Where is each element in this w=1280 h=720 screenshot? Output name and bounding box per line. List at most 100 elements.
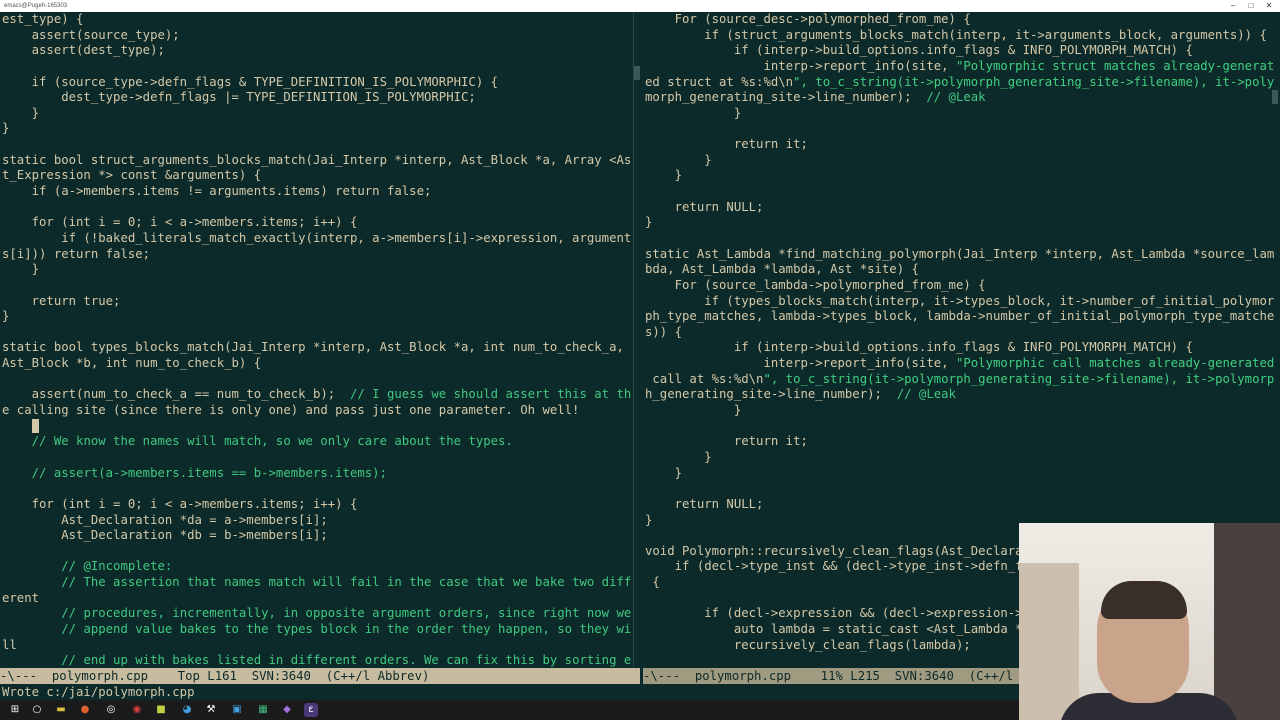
code-line[interactable] xyxy=(2,450,633,466)
code-line[interactable]: if (struct_arguments_blocks_match(interp… xyxy=(645,28,1280,44)
code-line[interactable]: return true; xyxy=(2,294,633,310)
code-line[interactable] xyxy=(2,325,633,341)
code-line[interactable]: e calling site (since there is only one)… xyxy=(2,403,633,419)
window-title: emacs@Pugeh-165303 xyxy=(4,3,68,9)
explorer-icon[interactable]: ▬ xyxy=(54,703,68,717)
app-icon[interactable]: ■ xyxy=(154,703,168,717)
code-line[interactable]: return it; xyxy=(645,434,1280,450)
emacs-icon[interactable]: ε xyxy=(304,703,318,717)
window-titlebar: emacs@Pugeh-165303 – □ ✕ xyxy=(0,0,1280,12)
code-line[interactable] xyxy=(2,59,633,75)
visualstudio-icon[interactable]: ◆ xyxy=(280,703,294,717)
code-line[interactable]: s[i])) return false; xyxy=(2,247,633,263)
code-line[interactable]: For (source_lambda->polymorphed_from_me)… xyxy=(645,278,1280,294)
code-line[interactable]: } xyxy=(645,106,1280,122)
code-line[interactable]: } xyxy=(2,106,633,122)
code-line[interactable] xyxy=(645,231,1280,247)
code-line[interactable]: // We know the names will match, so we o… xyxy=(2,434,633,450)
code-line[interactable] xyxy=(2,419,633,435)
code-line[interactable]: for (int i = 0; i < a->members.items; i+… xyxy=(2,497,633,513)
code-line[interactable]: assert(num_to_check_a == num_to_check_b)… xyxy=(2,387,633,403)
chrome-icon[interactable]: ◎ xyxy=(104,703,118,717)
code-line[interactable]: ll xyxy=(2,638,633,654)
code-line[interactable]: } xyxy=(2,262,633,278)
code-line[interactable]: } xyxy=(645,450,1280,466)
code-line[interactable]: // end up with bakes listed in different… xyxy=(2,653,633,668)
code-line[interactable]: // The assertion that names match will f… xyxy=(2,575,633,591)
code-line[interactable]: morph_generating_site->line_number); // … xyxy=(645,90,1280,106)
code-line[interactable] xyxy=(2,200,633,216)
code-line[interactable]: Ast_Block *b, int num_to_check_b) { xyxy=(2,356,633,372)
code-line[interactable] xyxy=(2,278,633,294)
code-line[interactable]: bda, Ast_Lambda *lambda, Ast *site) { xyxy=(645,262,1280,278)
code-line[interactable]: // append value bakes to the types block… xyxy=(2,622,633,638)
firefox-icon[interactable]: ● xyxy=(78,703,92,717)
left-scrollbar-thumb[interactable] xyxy=(634,66,640,80)
chrome-alt-icon[interactable]: ◉ xyxy=(130,703,144,717)
code-line[interactable]: For (source_desc->polymorphed_from_me) { xyxy=(645,12,1280,28)
windows-icon[interactable]: ⊞ xyxy=(8,703,22,717)
code-line[interactable]: if (interp->build_options.info_flags & I… xyxy=(645,340,1280,356)
webcam-overlay xyxy=(1019,523,1280,720)
code-line[interactable]: return NULL; xyxy=(645,200,1280,216)
code-line[interactable]: ed struct at %s:%d\n", to_c_string(it->p… xyxy=(645,75,1280,91)
code-line[interactable]: } xyxy=(645,215,1280,231)
code-line[interactable]: } xyxy=(2,121,633,137)
code-line[interactable]: // @Incomplete: xyxy=(2,559,633,575)
window-icon[interactable]: ▣ xyxy=(230,703,244,717)
close-button[interactable]: ✕ xyxy=(1262,0,1276,12)
code-line[interactable]: // assert(a->members.items == b->members… xyxy=(2,466,633,482)
code-line[interactable]: if (interp->build_options.info_flags & I… xyxy=(645,43,1280,59)
code-line[interactable] xyxy=(2,137,633,153)
code-line[interactable] xyxy=(645,121,1280,137)
code-line[interactable]: static bool types_blocks_match(Jai_Inter… xyxy=(2,340,633,356)
left-modeline: -\--- polymorph.cpp Top L161 SVN:3640 (C… xyxy=(0,668,640,684)
code-line[interactable]: ph_type_matches, lambda->types_block, la… xyxy=(645,309,1280,325)
code-line[interactable]: } xyxy=(645,466,1280,482)
code-line[interactable]: dest_type->defn_flags |= TYPE_DEFINITION… xyxy=(2,90,633,106)
code-line[interactable]: assert(dest_type); xyxy=(2,43,633,59)
browser-icon[interactable]: ◕ xyxy=(180,703,194,717)
right-scrollbar-thumb[interactable] xyxy=(1272,90,1278,104)
code-line[interactable]: return it; xyxy=(645,137,1280,153)
code-line[interactable]: t_Expression *> const &arguments) { xyxy=(2,168,633,184)
code-line[interactable]: static Ast_Lambda *find_matching_polymor… xyxy=(645,247,1280,263)
code-line[interactable]: } xyxy=(645,153,1280,169)
code-line[interactable]: Ast_Declaration *da = a->members[i]; xyxy=(2,513,633,529)
code-line[interactable]: assert(source_type); xyxy=(2,28,633,44)
code-line[interactable]: return NULL; xyxy=(645,497,1280,513)
code-line[interactable] xyxy=(2,481,633,497)
code-line[interactable] xyxy=(645,184,1280,200)
code-line[interactable]: interp->report_info(site, "Polymorphic c… xyxy=(645,356,1280,372)
code-line[interactable]: } xyxy=(645,168,1280,184)
code-line[interactable]: for (int i = 0; i < a->members.items; i+… xyxy=(2,215,633,231)
code-line[interactable] xyxy=(2,544,633,560)
code-line[interactable]: } xyxy=(2,309,633,325)
code-line[interactable]: interp->report_info(site, "Polymorphic s… xyxy=(645,59,1280,75)
code-line[interactable]: static bool struct_arguments_blocks_matc… xyxy=(2,153,633,169)
left-editor-pane[interactable]: est_type) { assert(source_type); assert(… xyxy=(0,12,633,668)
code-line[interactable] xyxy=(645,419,1280,435)
maximize-button[interactable]: □ xyxy=(1244,0,1258,12)
code-line[interactable]: s)) { xyxy=(645,325,1280,341)
search-icon[interactable]: ○ xyxy=(30,703,44,717)
left-code-area[interactable]: est_type) { assert(source_type); assert(… xyxy=(2,12,633,668)
code-line[interactable]: h_generating_site->line_number); // @Lea… xyxy=(645,387,1280,403)
webcam-door xyxy=(1019,563,1079,720)
code-line[interactable]: call at %s:%d\n", to_c_string(it->polymo… xyxy=(645,372,1280,388)
code-line[interactable]: } xyxy=(645,403,1280,419)
webcam-pillar xyxy=(1214,523,1280,720)
code-line[interactable]: est_type) { xyxy=(2,12,633,28)
code-line[interactable]: if (source_type->defn_flags & TYPE_DEFIN… xyxy=(2,75,633,91)
code-line[interactable]: erent xyxy=(2,591,633,607)
code-line[interactable]: // procedures, incrementally, in opposit… xyxy=(2,606,633,622)
code-line[interactable]: if (a->members.items != arguments.items)… xyxy=(2,184,633,200)
code-line[interactable] xyxy=(645,481,1280,497)
image-icon[interactable]: ▦ xyxy=(256,703,270,717)
code-line[interactable] xyxy=(2,372,633,388)
minimize-button[interactable]: – xyxy=(1226,0,1240,12)
code-line[interactable]: Ast_Declaration *db = b->members[i]; xyxy=(2,528,633,544)
code-line[interactable]: if (types_blocks_match(interp, it->types… xyxy=(645,294,1280,310)
tool-icon[interactable]: ⚒ xyxy=(204,703,218,717)
code-line[interactable]: if (!baked_literals_match_exactly(interp… xyxy=(2,231,633,247)
